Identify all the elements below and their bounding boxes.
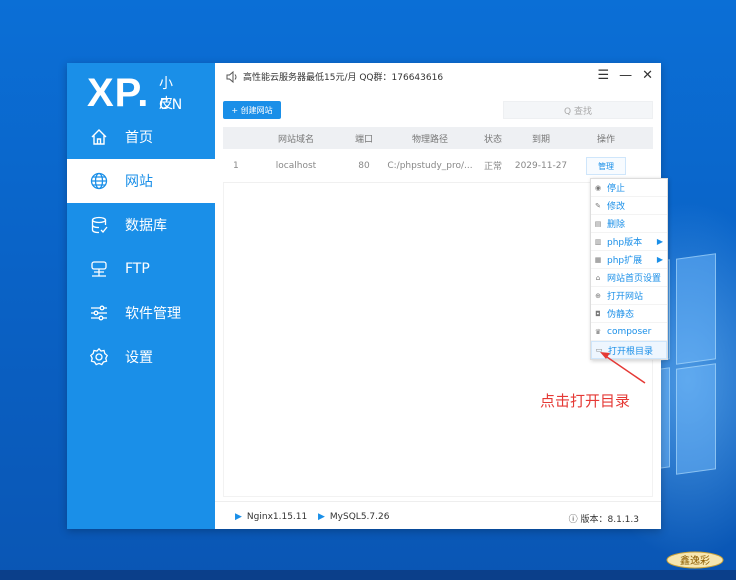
brand-cn: CN — [159, 97, 186, 113]
nginx-label: Nginx1.15.11 — [246, 512, 308, 522]
info-icon: ⓘ — [568, 515, 581, 525]
menu-icon[interactable]: ☰ — [597, 68, 609, 83]
menu-item-label: 停止 — [607, 184, 626, 194]
sidebar-item-database[interactable]: 数据库 — [67, 203, 215, 247]
menu-item-label: 打开网站 — [607, 292, 644, 302]
menu-item-label: 网站首页设置 — [607, 274, 662, 284]
taskbar — [0, 570, 736, 580]
edit-icon: ✎ — [595, 201, 601, 210]
menu-item-label: 打开根目录 — [608, 346, 654, 357]
version-label: 版本：8.1.1.3 — [580, 515, 640, 525]
composer-icon: ♛ — [594, 327, 602, 336]
table-body-area — [223, 183, 653, 497]
watermark-logo: 鑫逸彩 — [666, 551, 724, 569]
mysql-status[interactable]: ▶ MySQL5.7.26 — [318, 512, 389, 522]
speaker-icon — [226, 70, 237, 84]
brand-logo: XP. 小皮 CN — [87, 71, 182, 116]
menu-item-rewrite[interactable]: ◘ 伪静态 — [591, 305, 667, 323]
menu-item-php-ext[interactable]: ▦ php扩展 ▶ — [591, 251, 667, 269]
cell-action: 管理 — [571, 156, 641, 175]
database-icon — [89, 215, 109, 235]
notice-text[interactable]: 高性能云服务器最低15元/月 QQ群：176643616 — [243, 70, 443, 83]
play-icon: ▶ — [235, 512, 242, 522]
status-footer: ▶ Nginx1.15.11 ▶ MySQL5.7.26 ⓘ 版本：8.1.1.3 — [215, 501, 661, 529]
search-input[interactable]: Q 查找 — [503, 101, 653, 119]
sidebar-item-ftp[interactable]: FTP — [67, 247, 215, 291]
globe-icon — [89, 171, 109, 191]
sidebar-item-software[interactable]: 软件管理 — [67, 291, 215, 335]
cell-expire: 2029-11-27 — [514, 160, 568, 171]
sidebar-item-label: 首页 — [125, 130, 153, 146]
mysql-label: MySQL5.7.26 — [329, 512, 390, 522]
sidebar-item-website[interactable]: 网站 — [67, 159, 215, 203]
homepage-icon: ⌂ — [595, 273, 601, 282]
stop-icon: ◉ — [594, 183, 602, 192]
play-icon: ▶ — [318, 512, 325, 522]
sidebar-item-label: 设置 — [125, 350, 153, 366]
sidebar-item-label: FTP — [125, 261, 150, 277]
menu-item-composer[interactable]: ♛ composer — [591, 323, 667, 341]
phpstudy-window: XP. 小皮 CN 首页 网站 数据库 FTP 软件管理 设置 高性能云服务器最… — [67, 63, 661, 529]
folder-icon: ▭ — [595, 346, 603, 354]
sidebar-item-label: 数据库 — [125, 218, 167, 234]
submenu-arrow-icon: ▶ — [656, 237, 663, 246]
sidebar-item-label: 网站 — [125, 174, 153, 190]
gear-icon — [89, 347, 109, 367]
brand-dot: . — [137, 71, 150, 115]
annotation-text: 点击打开目录 — [540, 392, 631, 410]
window-controls: ☰ — ✕ — [597, 68, 653, 83]
open-site-icon: ⊕ — [595, 291, 601, 300]
submenu-arrow-icon: ▶ — [656, 255, 663, 264]
menu-item-stop[interactable]: ◉ 停止 — [591, 179, 667, 197]
version-info: ⓘ 版本：8.1.1.3 — [569, 512, 639, 525]
col-status: 状态 — [483, 134, 502, 145]
brand-xp: XP — [87, 71, 138, 115]
menu-item-edit[interactable]: ✎ 修改 — [591, 197, 667, 215]
col-action: 操作 — [596, 134, 615, 145]
col-path: 物理路径 — [411, 134, 448, 145]
manage-button[interactable]: 管理 — [586, 156, 626, 175]
col-port: 端口 — [354, 134, 373, 145]
rewrite-icon: ◘ — [595, 309, 601, 318]
create-site-button[interactable]: + 创建网站 — [223, 101, 281, 119]
col-domain: 网站域名 — [277, 134, 314, 145]
cell-domain: localhost — [275, 160, 317, 171]
close-button[interactable]: ✕ — [642, 68, 653, 83]
menu-item-delete[interactable]: ▤ 删除 — [591, 215, 667, 233]
table-header: 网站域名 端口 物理路径 状态 到期 操作 — [223, 127, 653, 149]
nginx-status[interactable]: ▶ Nginx1.15.11 — [235, 512, 307, 522]
sidebar-item-label: 软件管理 — [125, 306, 181, 322]
cell-index: 1 — [233, 160, 239, 171]
context-menu: ◉ 停止 ✎ 修改 ▤ 删除 ▥ php版本 ▶ ▦ php扩展 ▶ ⌂ 网站首页设置 ⊕ 打开网… — [590, 178, 668, 360]
menu-item-open-root[interactable]: ▭ 打开根目录 — [591, 341, 667, 359]
php-ext-icon: ▦ — [594, 255, 602, 264]
home-icon — [89, 127, 109, 147]
cell-path: C:/phpstudy_pro/... — [387, 160, 473, 171]
sidebar: XP. 小皮 CN 首页 网站 数据库 FTP 软件管理 设置 — [67, 63, 215, 529]
menu-item-label: php版本 — [607, 238, 643, 248]
sidebar-item-home[interactable]: 首页 — [67, 115, 215, 159]
cell-status: 正常 — [483, 162, 502, 172]
menu-item-homepage[interactable]: ⌂ 网站首页设置 — [591, 269, 667, 287]
server-icon — [89, 259, 109, 279]
menu-item-label: php扩展 — [607, 256, 643, 266]
sliders-icon — [89, 303, 109, 323]
menu-item-label: composer — [607, 326, 652, 337]
delete-icon: ▤ — [594, 219, 602, 228]
sidebar-nav: 首页 网站 数据库 FTP 软件管理 设置 — [67, 115, 215, 379]
table-row[interactable]: 1 localhost 80 C:/phpstudy_pro/... 正常 20… — [223, 149, 653, 183]
menu-item-label: 修改 — [607, 202, 626, 212]
svg-text:鑫逸彩: 鑫逸彩 — [680, 554, 710, 567]
col-expire: 到期 — [531, 134, 550, 145]
php-version-icon: ▥ — [594, 237, 602, 246]
sidebar-item-settings[interactable]: 设置 — [67, 335, 215, 379]
menu-item-label: 删除 — [607, 220, 626, 230]
cell-port: 80 — [358, 160, 370, 171]
menu-item-open-site[interactable]: ⊕ 打开网站 — [591, 287, 667, 305]
minimize-button[interactable]: — — [619, 68, 632, 83]
site-table: 网站域名 端口 物理路径 状态 到期 操作 1 localhost 80 C:/… — [223, 127, 653, 183]
menu-item-label: 伪静态 — [607, 310, 635, 320]
menu-item-php-version[interactable]: ▥ php版本 ▶ — [591, 233, 667, 251]
